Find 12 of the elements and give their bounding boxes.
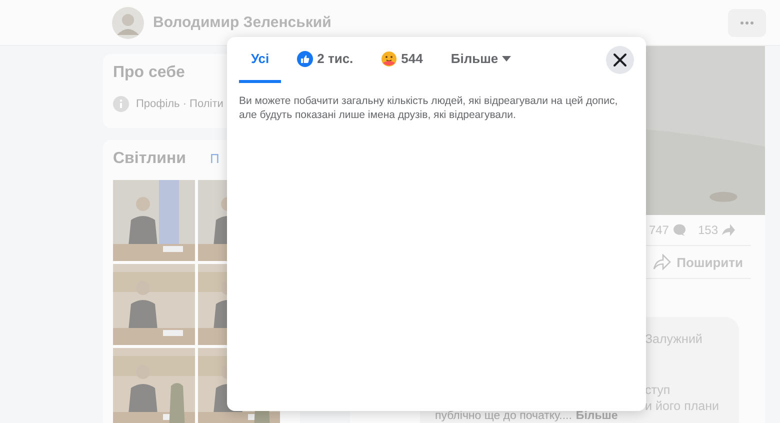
privacy-notice: Ви можете побачити загальну кількість людей, які відреагували на цей допис, але будуть показані лише імена друзів, які відреагували.	[239, 94, 619, 122]
profile-name: Володимир Зеленський	[153, 14, 332, 31]
photos-title: Світлини	[113, 150, 186, 168]
reaction-tab[interactable]: 544	[369, 37, 435, 83]
about-text: Профіль · Політи	[136, 98, 224, 110]
about-title: Про себе	[113, 64, 186, 82]
reaction-tab[interactable]: 2 тис.	[285, 37, 366, 83]
comment-text: публічно ще до початку....	[435, 410, 572, 422]
reaction-tab[interactable]: Більше	[438, 37, 524, 83]
reaction-tab[interactable]: Усі	[239, 37, 282, 83]
more-link[interactable]: Більше	[576, 410, 618, 422]
photos-link[interactable]: П	[210, 151, 220, 166]
